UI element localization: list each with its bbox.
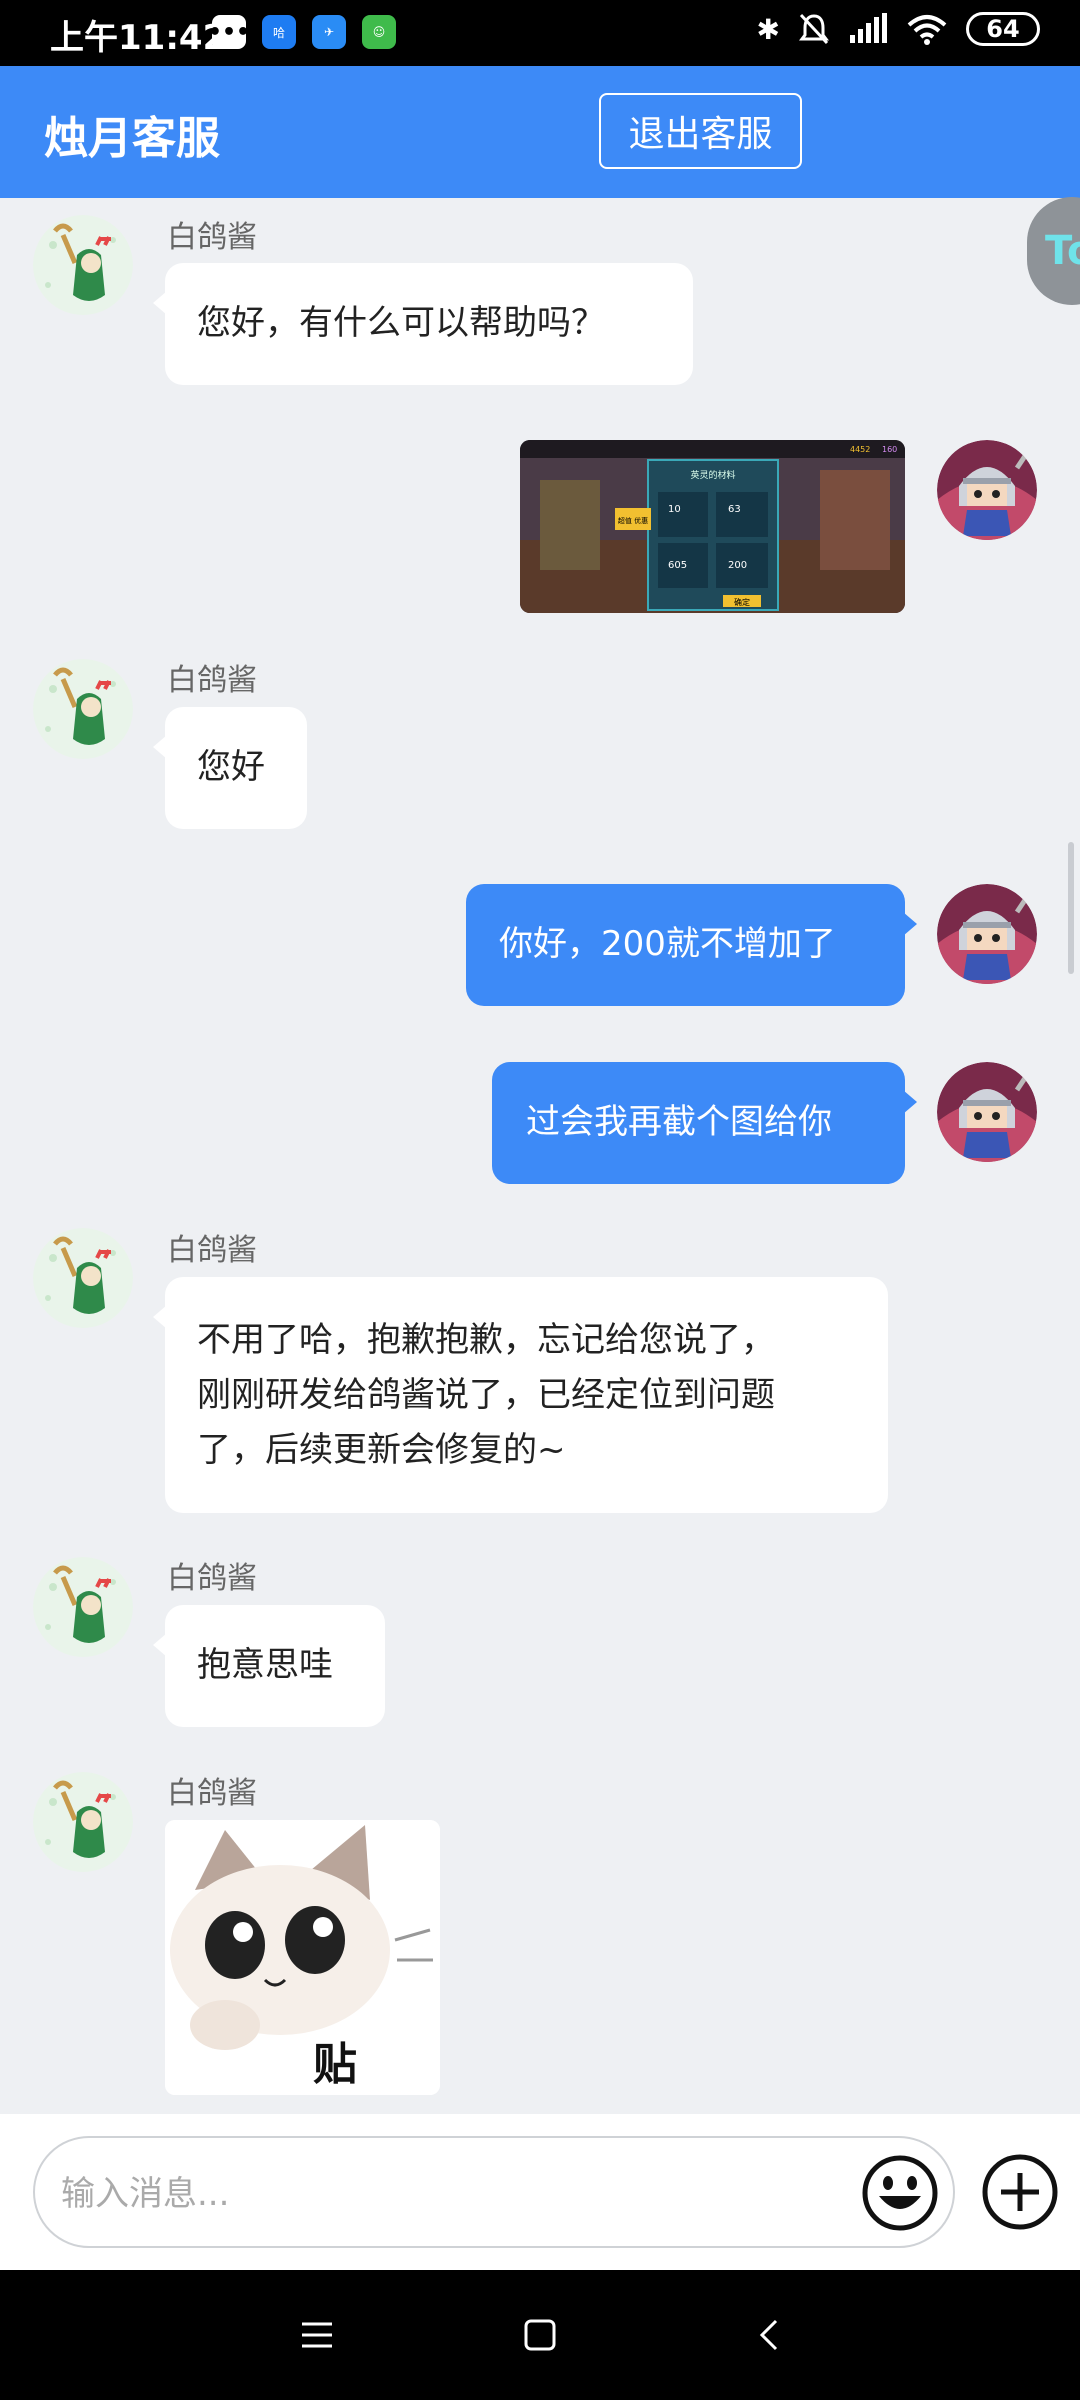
agent-avatar[interactable] (33, 1228, 133, 1328)
game-value-2: 63 (728, 504, 741, 515)
user-avatar-image (937, 1062, 1037, 1162)
agent-avatar[interactable] (33, 659, 133, 759)
message-composer: 输入消息... (0, 2114, 1080, 2270)
home-icon[interactable] (523, 2318, 557, 2352)
status-icons: ✱ 64 (757, 12, 1040, 46)
message-line: 了，后续更新会修复的~ (197, 1430, 566, 1470)
game-value-3: 605 (668, 560, 687, 571)
message-bubble[interactable]: 不用了哈，抱歉抱歉，忘记给您说了， 刚刚研发给鸽酱说了，已经定位到问题 了，后续… (153, 1277, 888, 1513)
agent-avatar-image (33, 1228, 133, 1328)
sticker-caption: 贴贴！ (313, 2039, 357, 2090)
sender-name: 白鸽酱 (167, 663, 257, 698)
status-time: 上午11:42 (50, 18, 227, 58)
agent-avatar[interactable] (33, 1557, 133, 1657)
message-input-placeholder: 输入消息... (61, 2174, 230, 2214)
message-line: 刚刚研发给鸽酱说了，已经定位到问题 (197, 1375, 775, 1415)
bluetooth-icon: ✱ (756, 12, 780, 46)
game-value-1: 10 (668, 504, 681, 515)
app-notification-icon-2: ✈ (312, 15, 346, 49)
sender-name: 白鸽酱 (167, 1776, 257, 1811)
app-header: 烛月客服 退出客服 (0, 66, 1080, 198)
app-notification-icon: 哈 (262, 15, 296, 49)
app-notification-icon-3: ☺ (362, 15, 396, 49)
add-attachment-icon[interactable] (982, 2154, 1058, 2230)
user-avatar[interactable] (937, 1062, 1037, 1162)
agent-avatar-image (33, 1557, 133, 1657)
user-avatar-image (937, 440, 1037, 540)
chat-scrollbar[interactable] (1068, 842, 1074, 974)
back-icon[interactable] (752, 2318, 786, 2352)
game-gems: 160 (882, 445, 897, 454)
status-bar: 上午11:42 ••• 哈 ✈ ☺ ✱ 64 (0, 0, 1080, 66)
game-side-label: 超值 优惠 (618, 516, 648, 525)
message-bubble[interactable]: 你好，200就不增加了 (466, 884, 917, 1006)
agent-avatar-image (33, 1772, 133, 1872)
message-bubble[interactable]: 您好，有什么可以帮助吗？ (153, 263, 693, 385)
game-screenshot: 4452 160 英灵的材料 10 63 605 200 确定 超值 优惠 (520, 440, 905, 613)
message-input[interactable]: 输入消息... (33, 2136, 955, 2248)
system-navigation-bar (0, 2270, 1080, 2400)
wifi-icon (907, 15, 947, 45)
user-avatar[interactable] (937, 440, 1037, 540)
floating-assistive-button[interactable]: To (1027, 197, 1080, 305)
agent-avatar[interactable] (33, 215, 133, 315)
user-avatar[interactable] (937, 884, 1037, 984)
game-confirm: 确定 (734, 597, 750, 607)
game-panel-title: 英灵的材料 (690, 469, 735, 481)
screenshot-image-message[interactable]: 4452 160 英灵的材料 10 63 605 200 确定 超值 优惠 (520, 440, 905, 613)
message-bubble[interactable]: 抱意思哇 (153, 1605, 385, 1727)
message-bubble[interactable]: 过会我再截个图给你 (492, 1062, 917, 1184)
signal-icon (850, 13, 887, 43)
message-bubble[interactable]: 您好 (153, 707, 307, 829)
sender-name: 白鸽酱 (167, 1561, 257, 1596)
agent-avatar-image (33, 659, 133, 759)
message-line: 不用了哈，抱歉抱歉，忘记给您说了， (197, 1320, 775, 1360)
sender-name: 白鸽酱 (167, 220, 257, 255)
game-coins: 4452 (850, 445, 870, 454)
emoji-icon[interactable] (861, 2154, 939, 2232)
agent-avatar-image (33, 215, 133, 315)
mute-bell-icon (799, 13, 829, 45)
user-avatar-image (937, 884, 1037, 984)
battery-indicator: 64 (966, 12, 1040, 46)
exit-customer-service-button[interactable]: 退出客服 (599, 93, 802, 169)
sender-name: 白鸽酱 (167, 1233, 257, 1268)
game-value-4: 200 (728, 560, 747, 571)
sticker-message[interactable]: 贴贴！ (165, 1820, 440, 2095)
agent-avatar[interactable] (33, 1772, 133, 1872)
page-title: 烛月客服 (44, 113, 220, 164)
message-notification-icon: ••• (208, 15, 250, 49)
menu-icon[interactable] (300, 2318, 334, 2352)
